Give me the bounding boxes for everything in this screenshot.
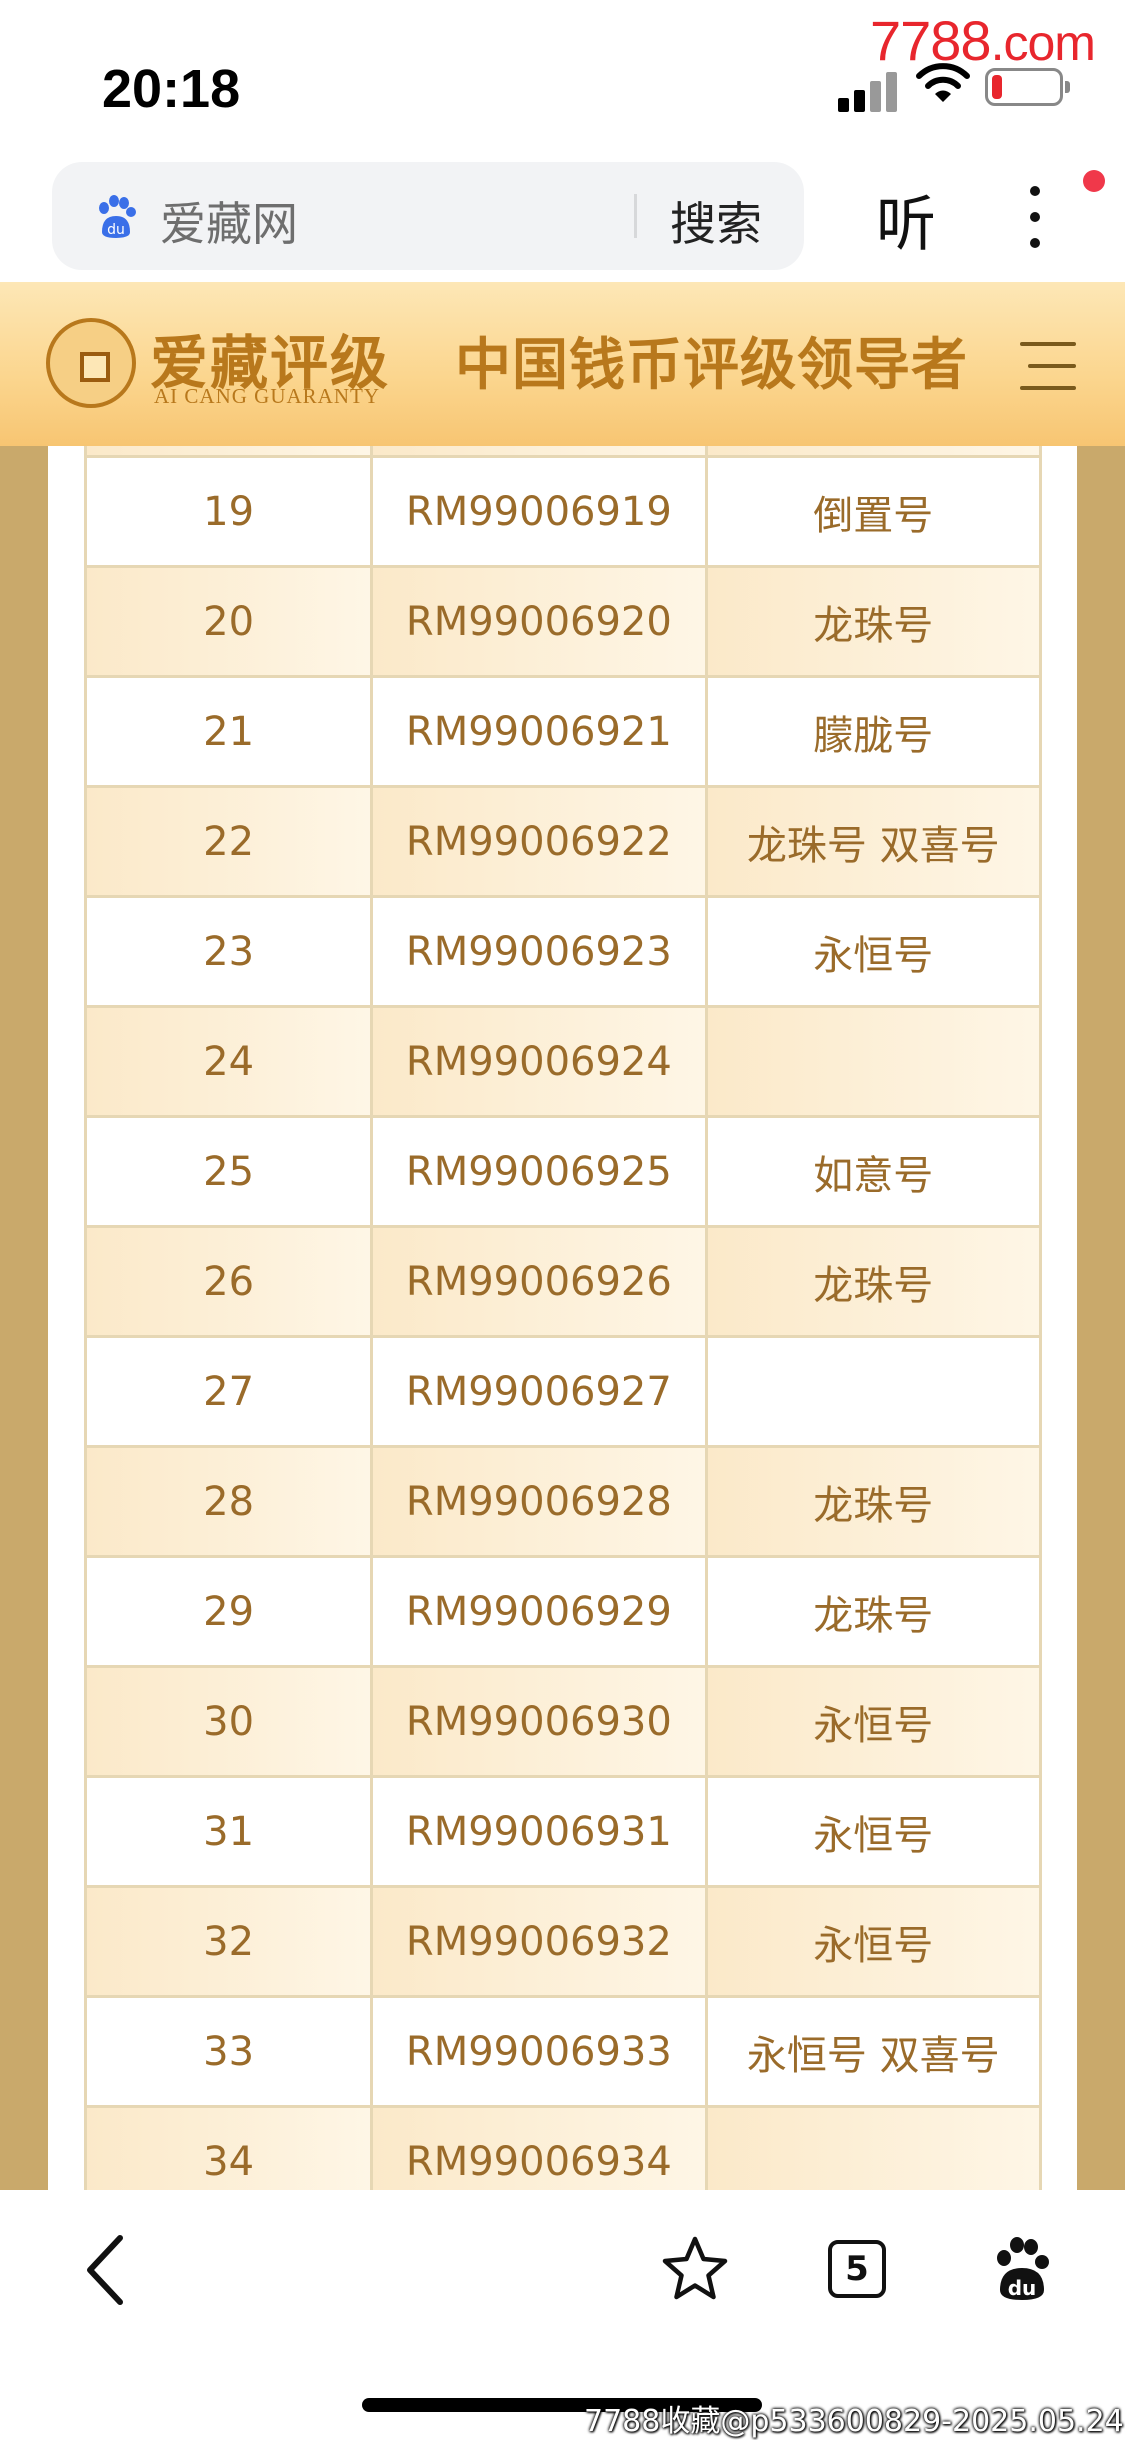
row-index: 28 (87, 1448, 371, 1555)
table-row: 25 RM99006925 如意号 (87, 1118, 1039, 1225)
row-code: RM99006931 (373, 1778, 705, 1885)
row-index: 26 (87, 1228, 371, 1335)
table-row: 33 RM99006933 永恒号 双喜号 (87, 1998, 1039, 2105)
row-index: 32 (87, 1888, 371, 1995)
status-time: 20:18 (102, 59, 241, 119)
table-row: 24 RM99006924 (87, 1008, 1039, 1115)
table-row-partial (87, 446, 1039, 455)
row-index: 33 (87, 1998, 371, 2105)
search-input[interactable]: 爱藏网 (160, 188, 298, 254)
signal-icon (838, 68, 898, 112)
listen-button[interactable]: 听 (876, 176, 936, 263)
table-row: 32 RM99006932 永恒号 (87, 1888, 1039, 1995)
table-row: 26 RM99006926 龙珠号 (87, 1228, 1039, 1335)
search-button[interactable]: 搜索 (670, 188, 762, 254)
row-code: RM99006923 (373, 898, 705, 1005)
watermark-footer: 7788收藏@p533600829-2025.05.24 (584, 2404, 1124, 2439)
row-index: 29 (87, 1558, 371, 1665)
content-area: 19 RM99006919 倒置号 20 RM99006920 龙珠号 21 RM990069… (0, 446, 1125, 2190)
row-code: RM99006922 (373, 788, 705, 895)
row-tag: 龙珠号 (707, 1228, 1039, 1335)
row-tag: 永恒号 双喜号 (707, 1998, 1039, 2105)
site-header: 爱藏评级 AI CANG GUARANTY 中国钱币评级领导者 (0, 282, 1125, 446)
row-code: RM99006919 (373, 458, 705, 565)
table-row: 27 RM99006927 (87, 1338, 1039, 1445)
site-slogan: 中国钱币评级领导者 (455, 333, 968, 398)
table-row: 21 RM99006921 朦胧号 (87, 678, 1039, 785)
row-index: 20 (87, 568, 371, 675)
row-tag (707, 1338, 1039, 1445)
row-code: RM99006925 (373, 1118, 705, 1225)
table-row: 28 RM99006928 龙珠号 (87, 1448, 1039, 1555)
row-tag: 如意号 (707, 1118, 1039, 1225)
row-index: 30 (87, 1668, 371, 1775)
row-code: RM99006930 (373, 1668, 705, 1775)
row-tag: 永恒号 (707, 1888, 1039, 1995)
star-icon[interactable] (660, 2234, 730, 2304)
row-tag: 龙珠号 双喜号 (707, 788, 1039, 895)
row-tag: 倒置号 (707, 458, 1039, 565)
search-divider (634, 194, 637, 238)
row-index: 21 (87, 678, 371, 785)
wifi-icon (916, 63, 970, 102)
row-code: RM99006926 (373, 1228, 705, 1335)
row-code: RM99006933 (373, 1998, 705, 2105)
row-code: RM99006932 (373, 1888, 705, 1995)
row-tag: 朦胧号 (707, 678, 1039, 785)
watermark-suffix: .com (990, 15, 1096, 71)
more-vertical-icon[interactable] (1028, 186, 1042, 250)
row-index: 31 (87, 1778, 371, 1885)
watermark-logo: 7788.com (870, 8, 1096, 73)
table-row: 31 RM99006931 永恒号 (87, 1778, 1039, 1885)
row-tag: 龙珠号 (707, 1448, 1039, 1555)
row-code: RM99006929 (373, 1558, 705, 1665)
table-row: 29 RM99006929 龙珠号 (87, 1558, 1039, 1665)
table-row: 34 RM99006934 (87, 2108, 1039, 2190)
row-index: 34 (87, 2108, 371, 2190)
row-tag (707, 2108, 1039, 2190)
notification-dot (1083, 170, 1105, 192)
baidu-paw-icon: du (99, 195, 136, 238)
table-row: 19 RM99006919 倒置号 (87, 458, 1039, 565)
brand-name-en: AI CANG GUARANTY (154, 384, 380, 408)
table-row: 22 RM99006922 龙珠号 双喜号 (87, 788, 1039, 895)
baidu-paw-icon[interactable]: du (990, 2234, 1054, 2302)
row-index: 25 (87, 1118, 371, 1225)
row-code: RM99006924 (373, 1008, 705, 1115)
row-index: 24 (87, 1008, 371, 1115)
battery-icon (985, 68, 1070, 106)
row-tag: 龙珠号 (707, 568, 1039, 675)
row-code: RM99006921 (373, 678, 705, 785)
svg-text:du: du (107, 222, 125, 238)
search-bar[interactable]: du 爱藏网 搜索 (52, 162, 804, 270)
tabs-icon[interactable]: 5 (828, 2240, 886, 2298)
hamburger-menu-icon[interactable] (1020, 342, 1076, 392)
status-bar: 20:18 7788.com (0, 0, 1125, 150)
table-row: 20 RM99006920 龙珠号 (87, 568, 1039, 675)
serial-table: 19 RM99006919 倒置号 20 RM99006920 龙珠号 21 RM990069… (84, 446, 1042, 2190)
row-tag (707, 1008, 1039, 1115)
row-tag: 龙珠号 (707, 1558, 1039, 1665)
row-tag: 永恒号 (707, 1778, 1039, 1885)
table-row: 23 RM99006923 永恒号 (87, 898, 1039, 1005)
chevron-left-icon[interactable] (80, 2230, 130, 2310)
row-index: 19 (87, 458, 371, 565)
table-row: 30 RM99006930 永恒号 (87, 1668, 1039, 1775)
row-index: 23 (87, 898, 371, 1005)
row-tag: 永恒号 (707, 898, 1039, 1005)
row-code: RM99006934 (373, 2108, 705, 2190)
row-index: 27 (87, 1338, 371, 1445)
svg-text:du: du (1008, 2276, 1037, 2300)
row-code: RM99006927 (373, 1338, 705, 1445)
row-index: 22 (87, 788, 371, 895)
row-tag: 永恒号 (707, 1668, 1039, 1775)
row-code: RM99006928 (373, 1448, 705, 1555)
row-code: RM99006920 (373, 568, 705, 675)
coin-logo-icon[interactable] (46, 318, 136, 408)
